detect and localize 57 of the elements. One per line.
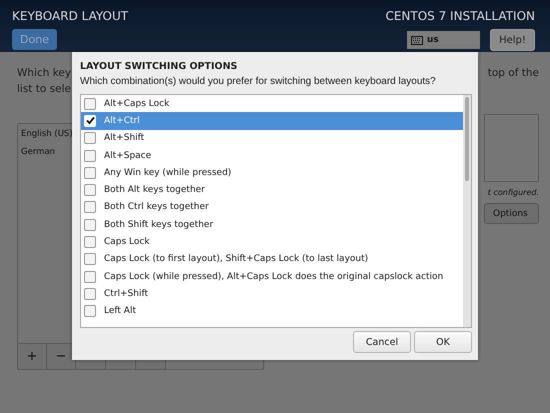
option-row[interactable]: Alt+Caps Lock	[81, 95, 463, 112]
checkbox[interactable]	[84, 305, 96, 318]
option-row[interactable]: Ctrl+Shift	[81, 285, 463, 303]
checkbox[interactable]	[84, 236, 96, 248]
remove-button[interactable]: −	[47, 344, 76, 369]
checkbox[interactable]	[84, 132, 96, 144]
option-label: Both Alt keys together	[104, 185, 205, 196]
screen-title: KEYBOARD LAYOUT	[12, 9, 128, 23]
ok-button[interactable]: OK	[414, 331, 472, 353]
option-label: Alt+Caps Lock	[104, 98, 170, 109]
option-label: Left Alt	[104, 306, 136, 316]
option-row[interactable]: Both Shift keys together	[81, 216, 463, 234]
option-label: Alt+Space	[104, 150, 152, 161]
option-label: Alt+Shift	[104, 133, 144, 144]
option-label: Caps Lock	[104, 237, 150, 248]
checkbox[interactable]	[84, 184, 96, 196]
layout-item[interactable]: English (US)	[18, 124, 76, 142]
checkbox[interactable]	[84, 253, 96, 266]
option-row[interactable]: Caps Lock	[81, 233, 463, 251]
option-label: Alt+Ctrl	[104, 116, 140, 126]
option-row[interactable]: Left Alt	[81, 302, 463, 320]
keyboard-indicator[interactable]: us	[407, 31, 480, 49]
option-label: Caps Lock (to first layout), Shift+Caps Lock (to last layout)	[104, 254, 368, 264]
product-title: CENTOS 7 INSTALLATION	[385, 9, 535, 23]
option-row[interactable]: Both Alt keys together	[81, 181, 463, 199]
option-label: Both Ctrl keys together	[104, 202, 209, 212]
option-row[interactable]: Caps Lock (while pressed), Alt+Caps Lock does the original capslock action	[81, 268, 463, 286]
option-row[interactable]: Any Win key (while pressed)	[81, 164, 463, 182]
dialog-question: Which combination(s) would you prefer for switching between keyboard layouts?	[80, 75, 436, 89]
prompt-text: Which key	[17, 66, 72, 81]
add-button[interactable]: +	[18, 344, 47, 369]
checkbox[interactable]	[84, 150, 96, 162]
help-button[interactable]: Help!	[490, 29, 535, 51]
prompt-text: top of the	[488, 66, 539, 81]
checkbox[interactable]	[84, 218, 96, 231]
options-button[interactable]: Options	[484, 203, 539, 224]
checkbox[interactable]	[84, 288, 96, 300]
prompt-text: list to sele	[17, 82, 71, 97]
cancel-button[interactable]: Cancel	[353, 331, 411, 353]
checkbox[interactable]	[84, 201, 96, 214]
keyboard-icon	[411, 36, 423, 44]
option-row[interactable]: Alt+Shift	[81, 130, 463, 147]
checkbox[interactable]	[84, 270, 96, 283]
layout-item[interactable]: German	[18, 142, 58, 160]
option-label: Any Win key (while pressed)	[104, 168, 232, 178]
preview-panel	[484, 114, 539, 182]
status-text: t configured.	[488, 188, 539, 197]
option-label: Both Shift keys together	[104, 220, 214, 230]
option-label: Caps Lock (while pressed), Alt+Caps Lock does the original capslock action	[104, 272, 444, 282]
option-label: Ctrl+Shift	[104, 288, 148, 299]
scrollbar[interactable]	[463, 95, 471, 327]
dialog-title: LAYOUT SWITCHING OPTIONS	[80, 61, 238, 72]
checkbox[interactable]	[84, 166, 96, 179]
option-row[interactable]: Both Ctrl keys together	[81, 198, 463, 216]
option-row[interactable]: Caps Lock (to first layout), Shift+Caps Lock (to last layout)	[81, 250, 463, 268]
option-row[interactable]: Alt+Space	[81, 146, 463, 164]
checkbox[interactable]	[84, 98, 96, 110]
